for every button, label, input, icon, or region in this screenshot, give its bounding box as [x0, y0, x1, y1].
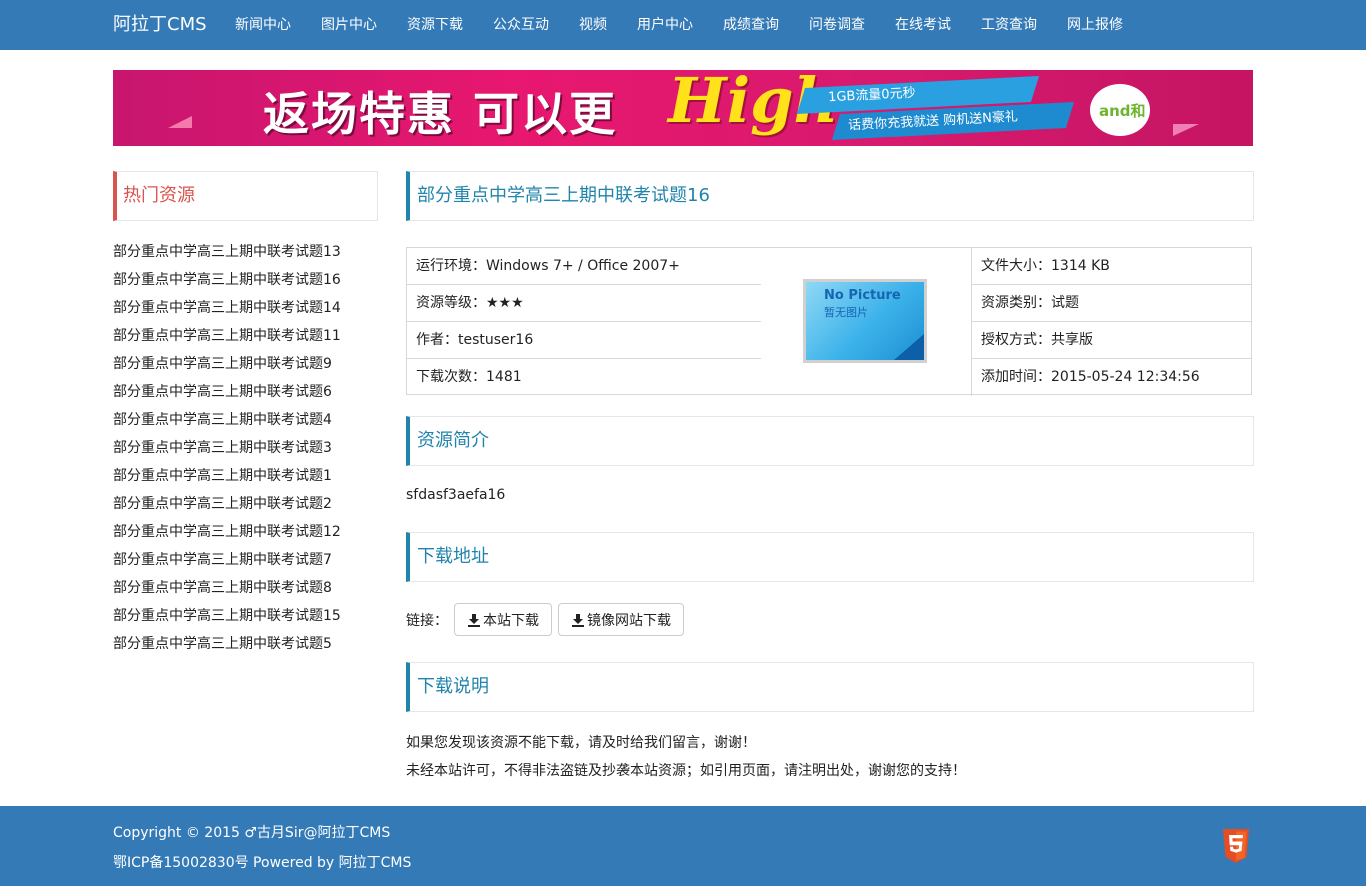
thumbnail-fold	[894, 334, 924, 360]
nav-item-interaction[interactable]: 公众互动	[478, 0, 564, 50]
footer-icp: 鄂ICP备15002830号 Powered by 阿拉丁CMS	[113, 855, 412, 871]
info-added: 添加时间：2015-05-24 12:34:56	[971, 359, 1251, 396]
main-nav: 新闻中心 图片中心 资源下载 公众互动 视频 用户中心 成绩查询 问卷调查 在线…	[220, 0, 1138, 50]
list-item[interactable]: 部分重点中学高三上期中联考试题9	[113, 350, 341, 378]
footer: Copyright © 2015 ♂古月Sir@阿拉丁CMS 鄂ICP备1500…	[0, 806, 1366, 886]
nav-item-salary[interactable]: 工资查询	[966, 0, 1052, 50]
intro-text: sfdasf3aefa16	[406, 487, 506, 503]
list-item[interactable]: 部分重点中学高三上期中联考试题13	[113, 238, 341, 266]
footer-copyright: Copyright © 2015 ♂古月Sir@阿拉丁CMS	[113, 825, 391, 841]
list-item[interactable]: 部分重点中学高三上期中联考试题6	[113, 378, 341, 406]
thumbnail-title: No Picture	[824, 288, 901, 303]
list-item[interactable]: 部分重点中学高三上期中联考试题15	[113, 602, 341, 630]
hot-resources-list: 部分重点中学高三上期中联考试题13 部分重点中学高三上期中联考试题16 部分重点…	[113, 238, 341, 658]
nav-item-downloads[interactable]: 资源下载	[392, 0, 478, 50]
list-item[interactable]: 部分重点中学高三上期中联考试题12	[113, 518, 341, 546]
list-item[interactable]: 部分重点中学高三上期中联考试题3	[113, 434, 341, 462]
nav-item-repair[interactable]: 网上报修	[1052, 0, 1138, 50]
info-category: 资源类别：试题	[971, 285, 1251, 322]
intro-title-box: 资源简介	[406, 416, 1254, 466]
info-size: 文件大小：1314 KB	[971, 248, 1251, 285]
download-notes: 如果您发现该资源不能下载，请及时给我们留言，谢谢！ 未经本站许可，不得非法盗链及…	[406, 732, 966, 788]
nav-item-survey[interactable]: 问卷调查	[794, 0, 880, 50]
list-item[interactable]: 部分重点中学高三上期中联考试题11	[113, 322, 341, 350]
download-title: 下载地址	[417, 546, 489, 567]
list-item[interactable]: 部分重点中学高三上期中联考试题2	[113, 490, 341, 518]
nav-item-news[interactable]: 新闻中心	[220, 0, 306, 50]
info-env: 运行环境：Windows 7+ / Office 2007+	[407, 248, 761, 285]
nav-item-pictures[interactable]: 图片中心	[306, 0, 392, 50]
list-item[interactable]: 部分重点中学高三上期中联考试题8	[113, 574, 341, 602]
nav-item-video[interactable]: 视频	[564, 0, 622, 50]
list-item[interactable]: 部分重点中学高三上期中联考试题5	[113, 630, 341, 658]
thumbnail-subtitle: 暂无图片	[824, 306, 868, 319]
local-download-button[interactable]: 本站下载	[454, 603, 552, 636]
info-license: 授权方式：共享版	[971, 322, 1251, 359]
top-navbar: 阿拉丁CMS 新闻中心 图片中心 资源下载 公众互动 视频 用户中心 成绩查询 …	[0, 0, 1366, 50]
list-item[interactable]: 部分重点中学高三上期中联考试题1	[113, 462, 341, 490]
info-author: 作者：testuser16	[407, 322, 761, 359]
download-icon	[467, 613, 481, 627]
mirror-download-button[interactable]: 镜像网站下载	[558, 603, 684, 636]
notes-title: 下载说明	[417, 676, 489, 697]
sidebar-title-box: 热门资源	[113, 171, 378, 221]
notes-line: 如果您发现该资源不能下载，请及时给我们留言，谢谢！	[406, 735, 756, 751]
info-downloads: 下载次数：1481	[416, 369, 522, 385]
sidebar-title: 热门资源	[123, 185, 195, 206]
list-item[interactable]: 部分重点中学高三上期中联考试题4	[113, 406, 341, 434]
notes-title-box: 下载说明	[406, 662, 1254, 712]
notes-line: 未经本站许可，不得非法盗链及抄袭本站资源；如引用页面，请注明出处，谢谢您的支持！	[406, 763, 966, 779]
promo-banner[interactable]: 返场特惠 可以更 High 1GB流量0元秒 话费你充我就送 购机送N豪礼 an…	[113, 70, 1253, 146]
nav-item-exam[interactable]: 在线考试	[880, 0, 966, 50]
banner-headline: 返场特惠 可以更	[263, 87, 618, 141]
resource-info-table: 运行环境：Windows 7+ / Office 2007+ 资源等级：★★★ …	[406, 247, 1252, 396]
list-item[interactable]: 部分重点中学高三上期中联考试题16	[113, 266, 341, 294]
banner-decoration	[1173, 124, 1199, 136]
nav-item-user-center[interactable]: 用户中心	[622, 0, 708, 50]
download-title-box: 下载地址	[406, 532, 1254, 582]
list-item[interactable]: 部分重点中学高三上期中联考试题7	[113, 546, 341, 574]
html5-icon	[1223, 829, 1249, 863]
resource-thumbnail: No Picture 暂无图片	[803, 279, 927, 363]
download-icon	[571, 613, 585, 627]
banner-logo: and和	[1099, 102, 1146, 120]
banner-decoration	[168, 116, 192, 128]
list-item[interactable]: 部分重点中学高三上期中联考试题14	[113, 294, 341, 322]
page-title: 部分重点中学高三上期中联考试题16	[417, 185, 710, 206]
resource-title-box: 部分重点中学高三上期中联考试题16	[406, 171, 1254, 221]
mirror-download-label: 镜像网站下载	[587, 612, 671, 629]
info-level: 资源等级：★★★	[407, 285, 761, 322]
download-links: 链接： 本站下载 镜像网站下载	[406, 603, 690, 636]
local-download-label: 本站下载	[483, 612, 539, 629]
brand-link[interactable]: 阿拉丁CMS	[113, 13, 207, 37]
intro-title: 资源简介	[417, 430, 489, 451]
nav-item-scores[interactable]: 成绩查询	[708, 0, 794, 50]
download-label: 链接：	[406, 612, 448, 629]
